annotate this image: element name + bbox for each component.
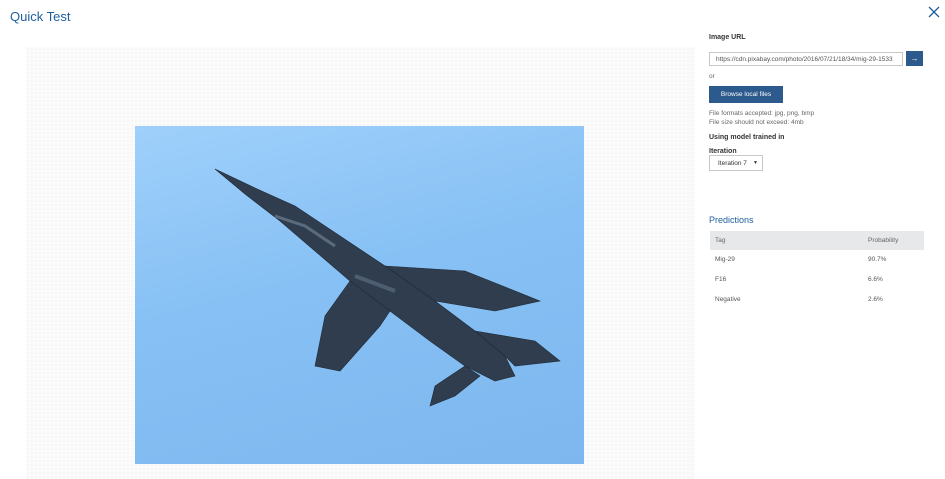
browse-local-files-button[interactable]: Browse local files: [709, 86, 783, 103]
row-tag: Negative: [715, 296, 741, 303]
row-probability: 6.6%: [868, 276, 883, 283]
chevron-down-icon: ▼: [753, 160, 758, 166]
test-image: [135, 126, 584, 464]
image-url-label: Image URL: [709, 34, 746, 41]
size-hint: File size should not exceed: 4mb: [709, 119, 804, 126]
formats-hint: File formats accepted: jpg, png, bmp: [709, 110, 815, 117]
table-row: F16 6.6%: [710, 270, 924, 290]
predictions-title: Predictions: [709, 215, 754, 225]
iteration-select[interactable]: Iteration 7 ▼: [709, 155, 763, 171]
test-panel: Image URL https://cdn.pixabay.com/photo/…: [709, 0, 929, 479]
dialog-title: Quick Test: [10, 9, 71, 24]
row-probability: 90.7%: [868, 256, 887, 263]
column-header-tag: Tag: [715, 237, 726, 244]
close-icon[interactable]: [927, 5, 941, 19]
iteration-label: Iteration: [709, 148, 737, 155]
image-preview-area: [26, 47, 695, 479]
iteration-value: Iteration 7: [718, 160, 747, 167]
row-tag: F16: [715, 276, 727, 283]
table-row: Negative 2.6%: [710, 290, 924, 310]
row-probability: 2.6%: [868, 296, 883, 303]
quick-test-dialog: Quick Test Image URL https://cdn.pixabay…: [0, 0, 945, 479]
table-header: Tag Probability: [710, 231, 924, 250]
table-row: Mig-29 90.7%: [710, 250, 924, 270]
arrow-right-icon: →: [910, 54, 919, 63]
or-text: or: [709, 73, 715, 80]
predictions-table: Tag Probability Mig-29 90.7% F16 6.6% Ne…: [710, 231, 924, 310]
row-tag: Mig-29: [715, 256, 735, 263]
submit-url-button[interactable]: →: [906, 51, 923, 66]
model-heading: Using model trained in: [709, 134, 785, 141]
column-header-probability: Probability: [868, 237, 899, 244]
image-url-input[interactable]: https://cdn.pixabay.com/photo/2016/07/21…: [709, 52, 903, 66]
